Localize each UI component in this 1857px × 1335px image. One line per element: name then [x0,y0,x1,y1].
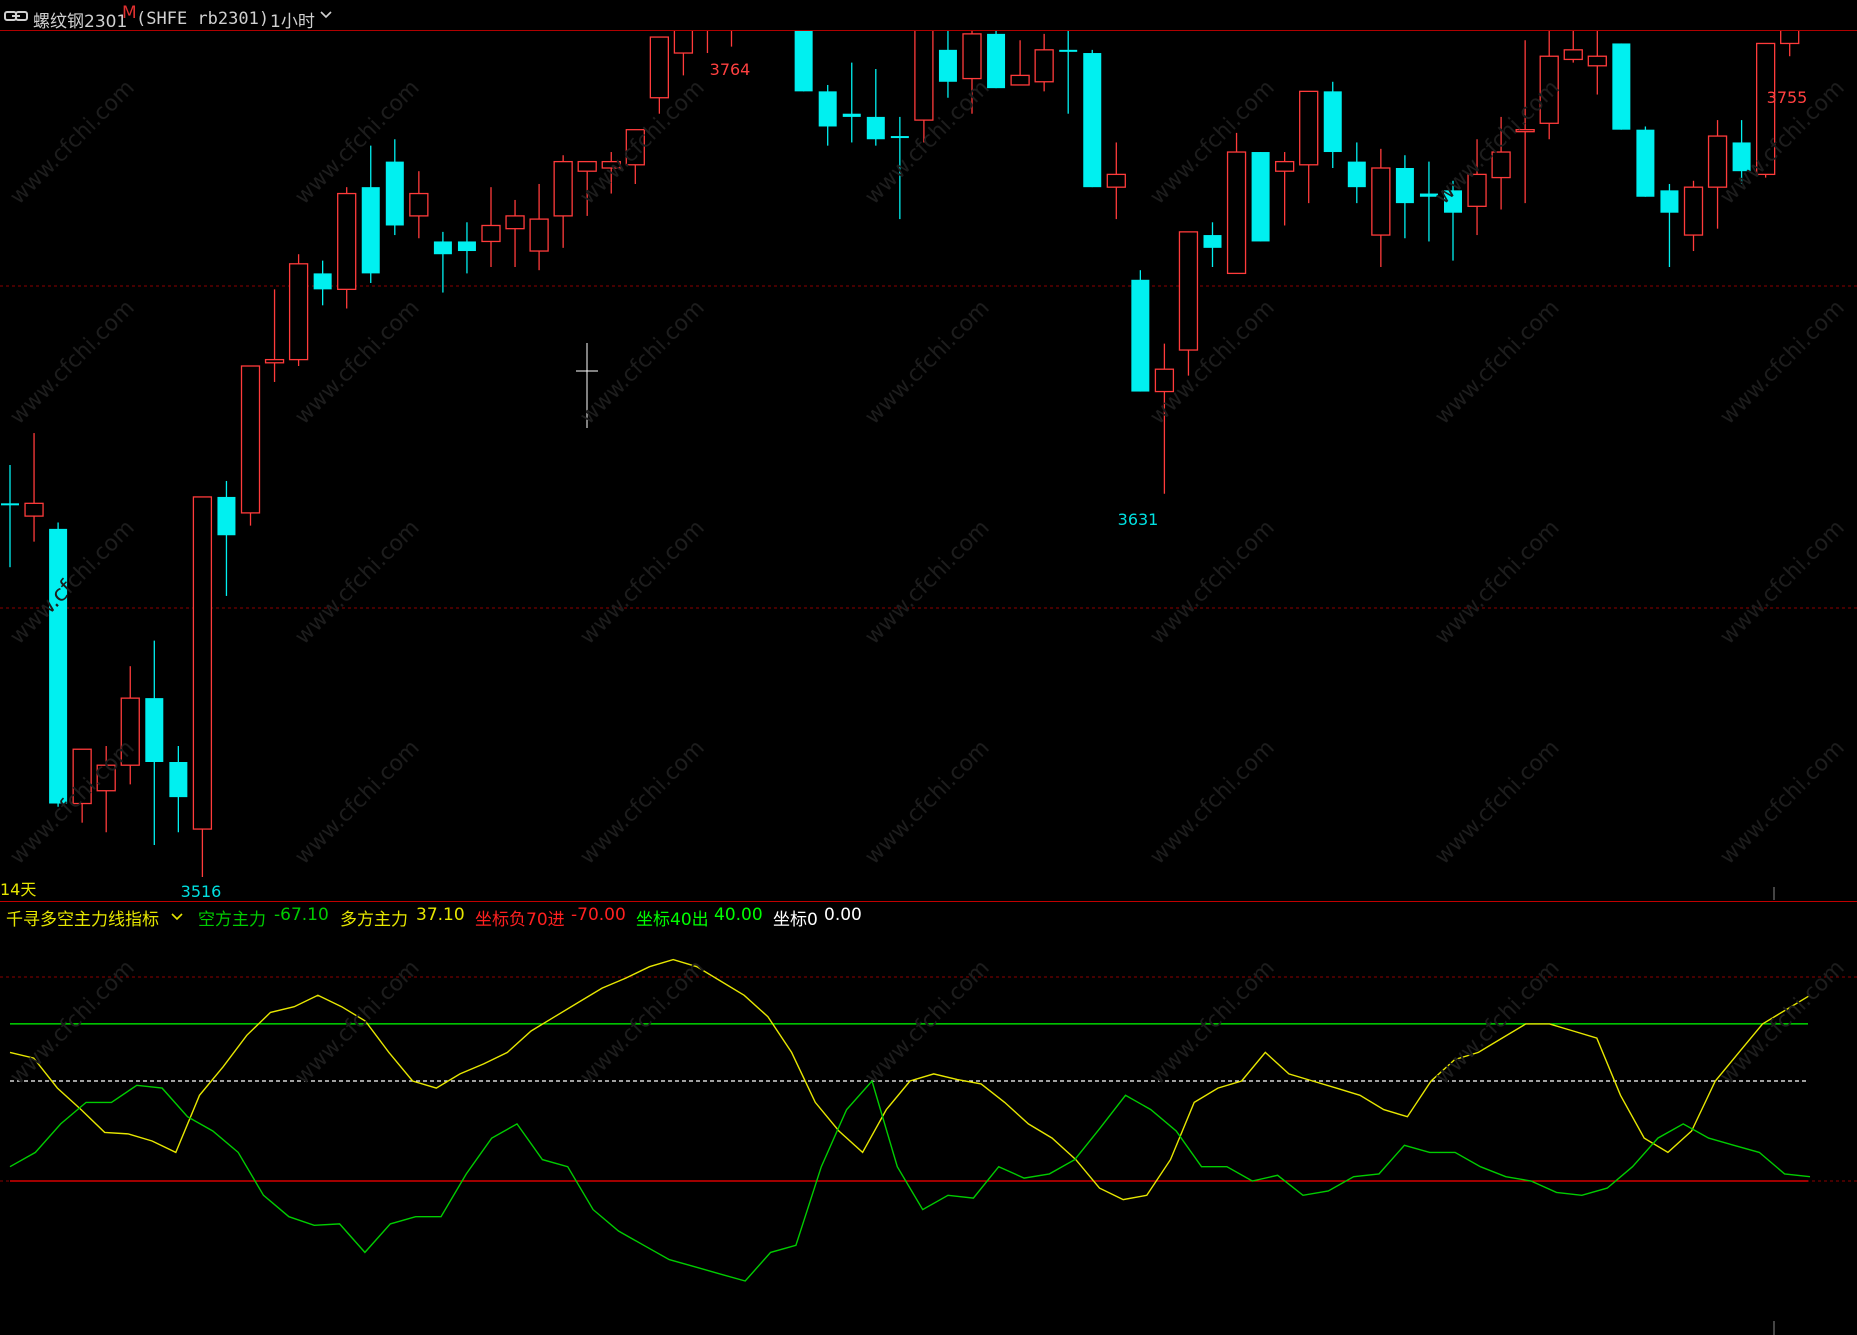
candle-body [577,160,597,172]
duo-value: 37.10 [416,905,465,925]
price-grid [0,285,1857,609]
candle-body [1347,161,1366,188]
candle-body [890,136,909,139]
chart-title-bar: 螺纹钢2301 M (SHFE rb2301) 1小时 [0,0,1857,32]
candle-body [264,358,285,364]
candle-body [1226,151,1247,275]
candle-body [673,31,694,54]
period-selector[interactable]: 1小时 [270,7,315,32]
candle-body [217,496,236,536]
candle-body [1371,167,1391,236]
candle-body [385,161,404,226]
candle-body [1,503,19,506]
recent-high-label: 3755 [1767,88,1808,107]
candle-body [1539,55,1559,124]
candle-body [1444,190,1462,213]
candle-body [1106,173,1126,188]
kong-value: -67.10 [274,905,329,925]
candle-body [601,160,621,169]
candle-body [794,31,813,92]
candle-body [72,748,92,805]
zero-value: 0.00 [824,905,862,925]
candle-body [1131,279,1150,392]
candle-body [818,91,837,127]
candle-body [49,528,68,804]
candle-body [1154,368,1175,393]
candle-body [409,192,429,217]
candle-body [337,192,357,291]
candle-body [529,218,549,252]
candle-body [313,273,332,290]
candle-body [1683,186,1704,236]
candle-body [842,113,861,117]
candle-body [1010,74,1030,86]
candle-body [866,116,885,140]
candle-body [1203,235,1222,248]
candle-body [1732,142,1751,172]
candle-body [1299,90,1319,166]
candle-body [288,263,309,361]
candle-body [1083,53,1102,188]
chevron-down-icon[interactable] [171,913,183,921]
candle-body [625,129,645,166]
candle-body [1178,231,1199,351]
candle-body [962,33,982,80]
candle-body [1275,160,1295,172]
candle-body [1251,152,1270,242]
candlestick-chart[interactable]: 3764 3755 3516 3631 14天 [0,31,1857,901]
candle-body [553,160,573,217]
low-price-label: 3516 [181,882,222,901]
high-price-label: 3764 [710,60,751,79]
pos40-value: 40.00 [714,905,763,925]
candle-body [457,241,476,252]
symbol-code: (SHFE rb2301) [136,9,270,29]
chevron-down-icon[interactable] [320,11,332,19]
candle-body [987,33,1006,89]
neg70-value: -70.00 [571,905,626,925]
candle-body [1636,129,1655,197]
symbol-name[interactable]: 螺纹钢2301 [33,7,127,32]
candle-body [914,31,934,121]
candle-body [505,215,525,230]
candle-body [1707,135,1728,188]
indicator-grid [0,976,1857,1182]
candle-body [481,224,501,243]
candle-body [24,502,44,517]
candle-body [1323,91,1342,153]
panel-divider[interactable] [0,901,1857,902]
candle-body [96,764,116,792]
candle-body [433,241,452,255]
candle-body [1034,49,1054,83]
link-icon[interactable] [4,10,28,22]
candle-body [361,187,380,274]
swing-low-label: 3631 [1118,510,1159,529]
candle-series [1,31,1800,877]
candle-body [1563,49,1583,61]
days-counter-label: 14天 [0,880,36,899]
candle-body [169,762,188,798]
candle-body [1395,168,1414,204]
candle-body [1059,49,1078,52]
candle-body [1491,151,1511,179]
candle-body [1515,129,1535,133]
candle-body [1419,193,1438,197]
candle-body [145,698,164,762]
candle-body [1612,43,1631,130]
candle-body [120,697,140,766]
main-contract-flag: M [122,3,137,23]
candle-body [1587,55,1607,67]
candle-body [1660,190,1679,213]
candle-body [1756,42,1776,176]
candle-body [938,49,957,82]
candle-body [649,36,669,99]
indicator-legend: 千寻多空主力线指标 空方主力 -67.10 多方主力 37.10 坐标负70进 … [0,903,1857,930]
duo-line [9,958,1811,1201]
candle-body [1780,31,1800,45]
candle-body [192,496,213,830]
candle-body [1467,173,1487,207]
indicator-chart[interactable] [0,925,1857,1335]
candle-body [240,365,261,514]
